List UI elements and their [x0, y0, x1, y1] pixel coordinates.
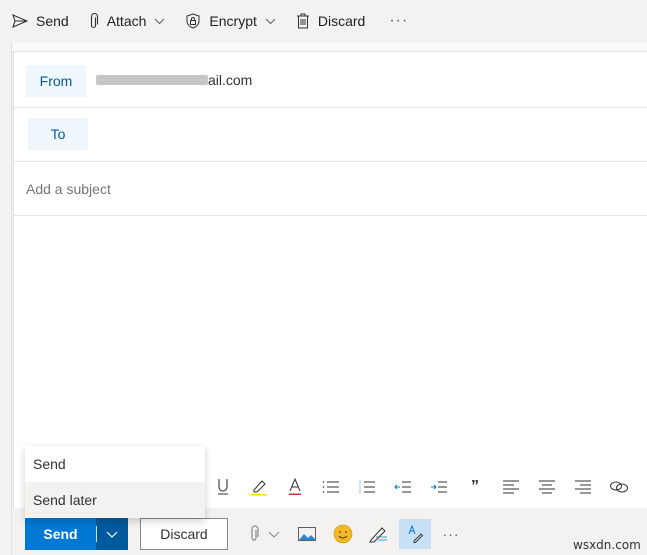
chevron-down-icon[interactable]	[154, 18, 165, 25]
toolbar-encrypt-label: Encrypt	[209, 13, 257, 29]
paperclip-icon	[90, 13, 98, 29]
toolbar-send-button[interactable]: Send	[12, 13, 69, 29]
redacted-text	[96, 75, 208, 85]
divider	[0, 42, 647, 52]
discard-button[interactable]: Discard	[140, 518, 228, 550]
command-bar: Send Attach Encrypt Discard ···	[0, 0, 647, 42]
chevron-down-icon[interactable]	[265, 18, 276, 25]
toolbar-discard-label: Discard	[317, 13, 366, 29]
font-color-icon[interactable]	[284, 477, 306, 497]
insert-picture-icon[interactable]	[296, 522, 318, 546]
toolbar-encrypt-button[interactable]: Encrypt	[185, 13, 276, 29]
trash-icon	[296, 13, 309, 29]
shield-lock-icon	[186, 13, 200, 29]
to-row	[14, 108, 647, 162]
signature-icon[interactable]	[367, 522, 389, 546]
left-pane-edge	[0, 42, 12, 555]
toolbar-attach-button[interactable]: Attach	[89, 13, 166, 29]
to-button[interactable]: To	[28, 118, 88, 150]
bullets-icon[interactable]	[320, 477, 342, 497]
menu-item-send-later[interactable]: Send later	[25, 482, 205, 518]
more-options-icon[interactable]: ···	[441, 522, 461, 546]
increase-indent-icon[interactable]	[428, 477, 450, 497]
numbering-icon[interactable]	[356, 477, 378, 497]
align-right-icon[interactable]	[572, 477, 594, 497]
underline-icon[interactable]	[212, 477, 234, 497]
from-button[interactable]: From	[26, 65, 86, 97]
from-address: ail.com	[96, 72, 252, 88]
send-options-dropdown[interactable]	[96, 518, 128, 550]
send-options-menu: Send Send later	[25, 446, 205, 518]
align-center-icon[interactable]	[536, 477, 558, 497]
more-options-icon[interactable]: ···	[389, 12, 408, 30]
quote-icon[interactable]: ”	[464, 477, 486, 497]
toolbar-send-label: Send	[36, 13, 69, 29]
from-address-visible: ail.com	[208, 72, 253, 88]
send-icon	[12, 14, 28, 28]
toolbar-attach-label: Attach	[106, 13, 147, 29]
align-left-icon[interactable]	[500, 477, 522, 497]
toolbar-discard-button[interactable]: Discard	[296, 13, 365, 29]
menu-item-send[interactable]: Send	[25, 446, 205, 482]
format-text-toggle-icon[interactable]	[399, 519, 431, 549]
emoji-icon[interactable]	[332, 522, 354, 546]
attach-icon[interactable]	[246, 522, 262, 546]
subject-input[interactable]	[26, 181, 526, 197]
watermark: wsxdn.com	[573, 538, 641, 552]
send-button[interactable]: Send	[25, 518, 96, 550]
highlight-icon[interactable]	[248, 477, 270, 497]
link-icon[interactable]	[608, 477, 630, 497]
chevron-down-icon	[106, 531, 118, 538]
decrease-indent-icon[interactable]	[392, 477, 414, 497]
chevron-down-icon[interactable]	[266, 522, 282, 546]
